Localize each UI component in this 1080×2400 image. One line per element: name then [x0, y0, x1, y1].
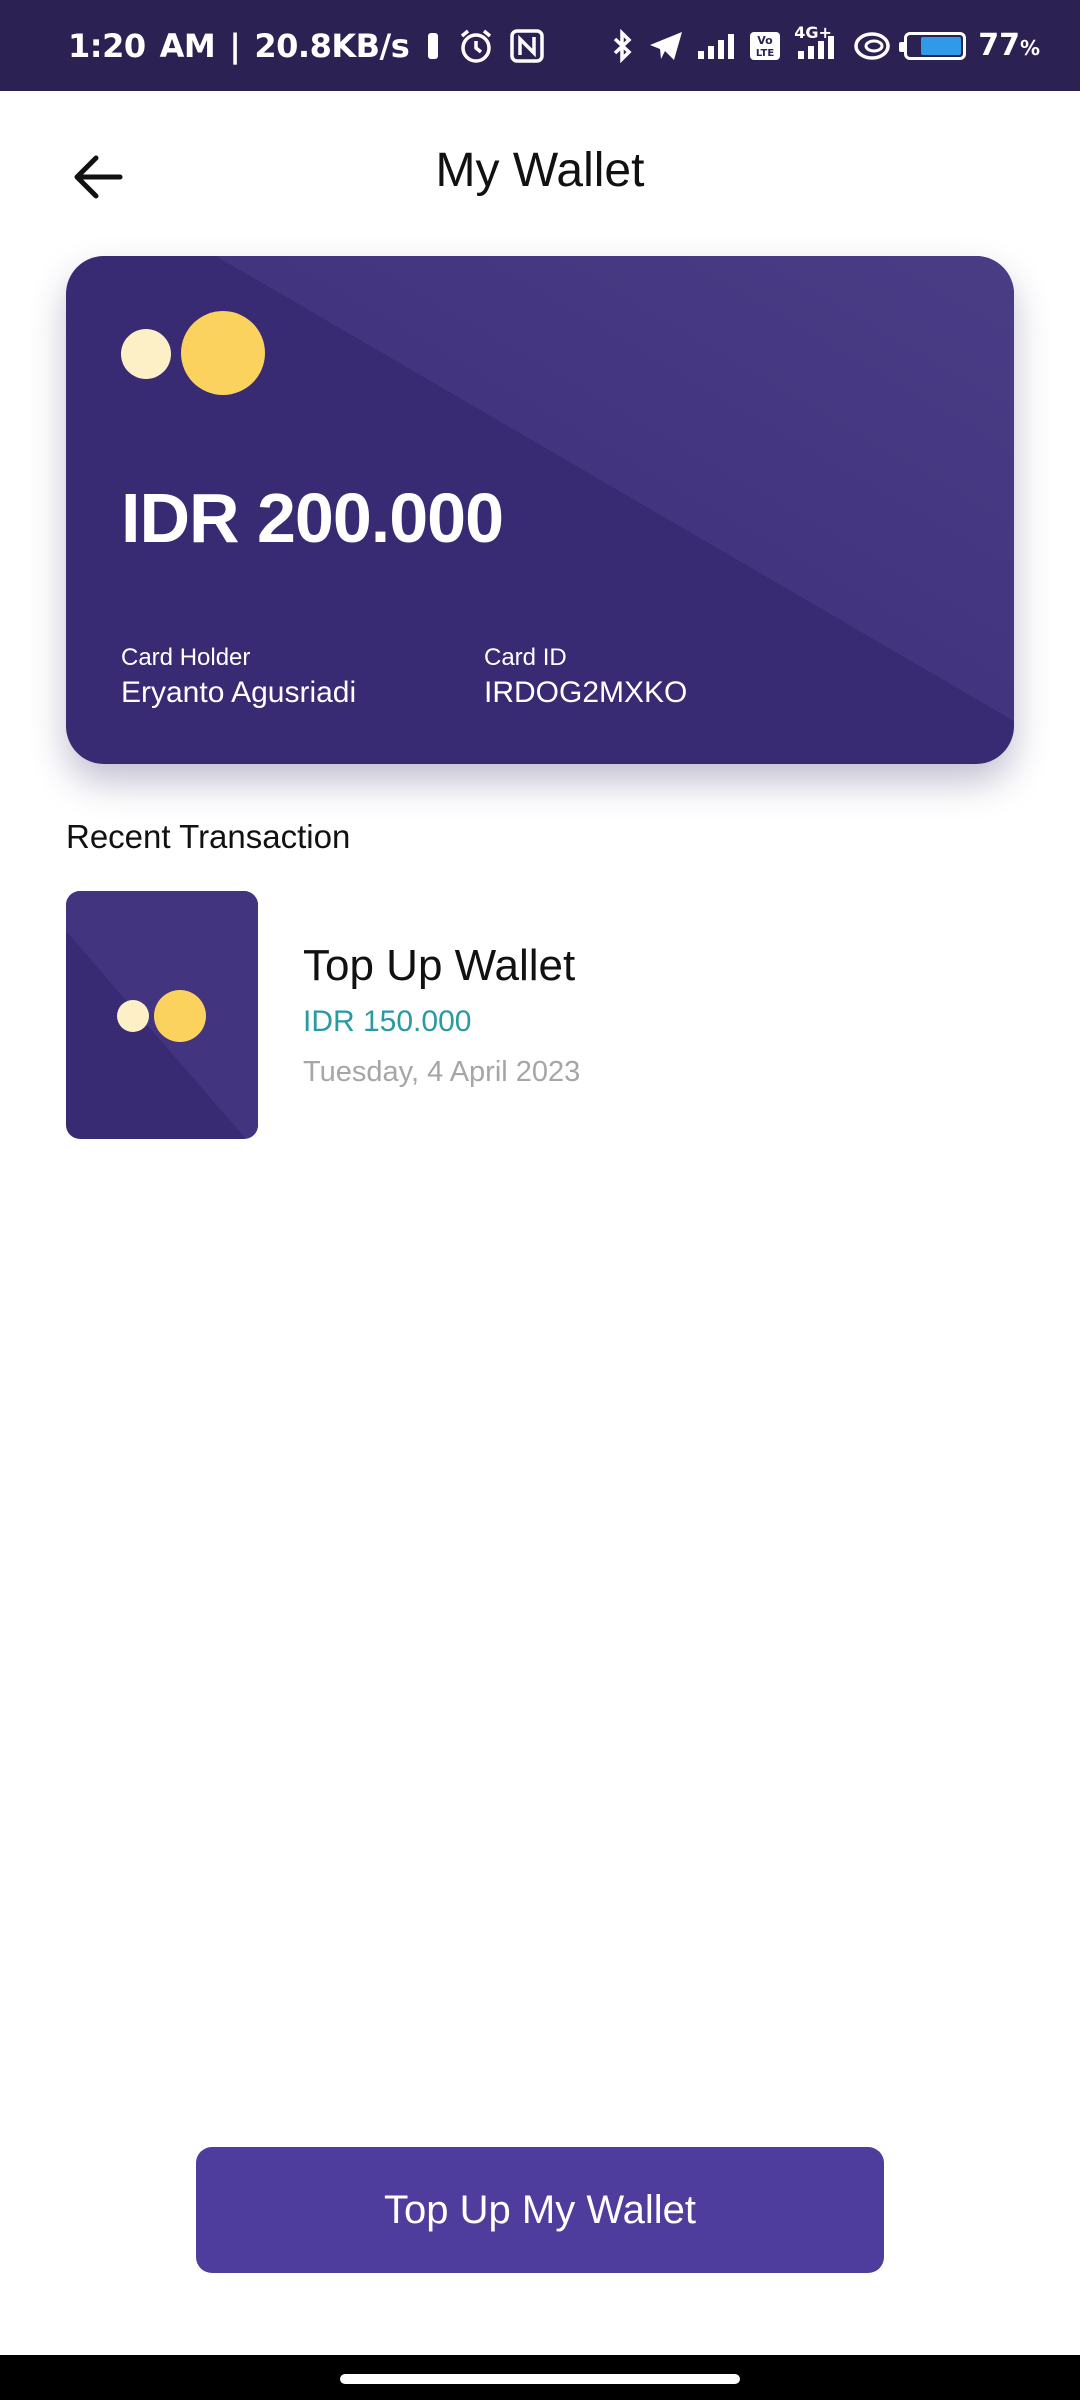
clock-time: 1:20 [68, 26, 146, 65]
top-up-wallet-button[interactable]: Top Up My Wallet [196, 2147, 884, 2273]
svg-text:Vo: Vo [757, 34, 773, 47]
battery-percent: 77% [978, 28, 1040, 63]
clock-ampm: AM [159, 26, 216, 65]
status-separator: | [229, 26, 241, 65]
svg-text:LTE: LTE [756, 48, 775, 59]
card-holder-name: Eryanto Agusriadi [121, 676, 357, 709]
system-navigation-bar [0, 2355, 1080, 2400]
status-bar-left: 1:20 AM | 20.8KB/s [68, 0, 545, 91]
recent-transaction-title: Recent Transaction [66, 818, 351, 855]
card-logo-dot-yellow [181, 311, 265, 395]
signal-4g-icon: 4G+ [794, 23, 840, 63]
signal-icon [696, 31, 736, 61]
battery-icon [899, 31, 967, 60]
vibrate-icon [423, 31, 443, 61]
transaction-date: Tuesday, 4 April 2023 [303, 1056, 581, 1088]
hotspot-icon [852, 29, 892, 63]
card-logo-dot-light [121, 329, 171, 379]
transaction-amount: IDR 150.000 [303, 1005, 472, 1038]
network-speed: 20.8KB/s [254, 26, 410, 65]
wallet-card: IDR 200.000 Card Holder Eryanto Agusriad… [66, 256, 1014, 764]
home-indicator[interactable] [340, 2374, 740, 2384]
card-balance: IDR 200.000 [121, 479, 504, 557]
card-holder-label: Card Holder [121, 644, 251, 671]
transaction-thumbnail [66, 891, 258, 1139]
transaction-item[interactable]: Top Up Wallet IDR 150.000 Tuesday, 4 Apr… [66, 891, 1014, 1139]
page-title: My Wallet [435, 144, 645, 197]
telegram-icon [648, 30, 684, 62]
alarm-icon [457, 27, 495, 65]
bluetooth-icon [610, 28, 636, 63]
thumbnail-dot-yellow [154, 990, 206, 1042]
status-bar-right: Vo LTE 4G+ 77% [610, 0, 1040, 91]
nfc-icon [509, 28, 545, 64]
transaction-title: Top Up Wallet [303, 941, 576, 990]
app-header: My Wallet [0, 91, 1080, 251]
network-type-label: 4G+ [794, 22, 832, 42]
battery-level-fill [921, 36, 962, 55]
card-id-value: IRDOG2MXKO [484, 676, 688, 709]
card-id-label: Card ID [484, 644, 567, 671]
thumbnail-dot-light [117, 1000, 149, 1032]
status-bar: 1:20 AM | 20.8KB/s Vo LTE 4G+ 77% [0, 0, 1080, 91]
volte-icon: Vo LTE [748, 30, 782, 62]
